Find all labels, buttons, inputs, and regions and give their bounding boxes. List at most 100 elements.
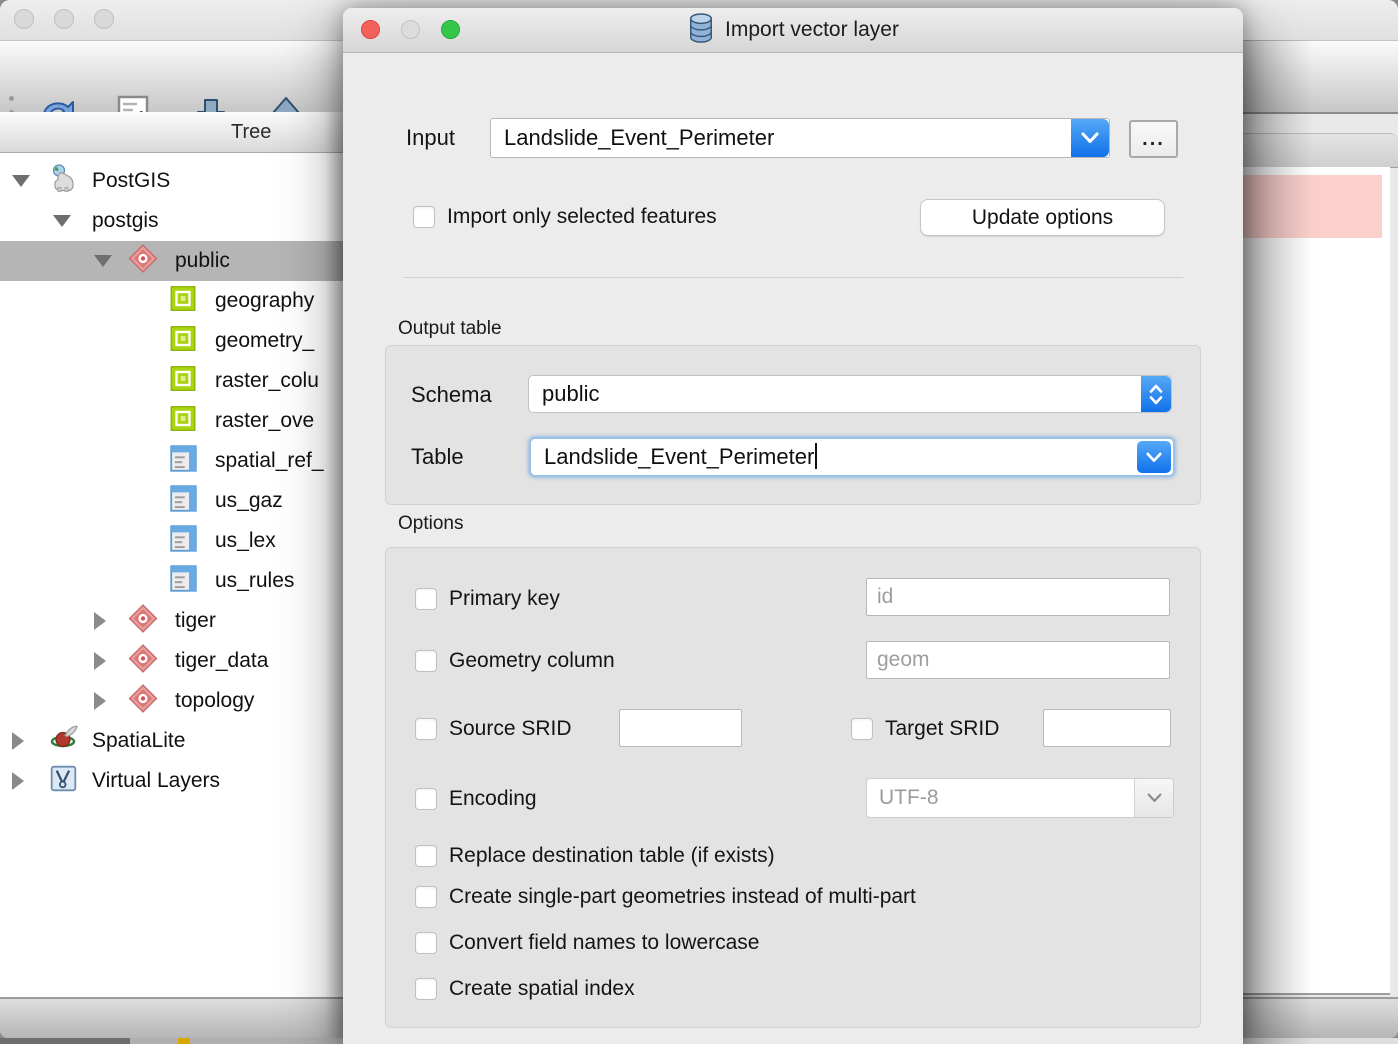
geometry-layer-icon (170, 366, 196, 397)
spatial-index-checkbox[interactable] (415, 978, 437, 1000)
schema-icon (128, 684, 158, 719)
close-button[interactable] (361, 20, 380, 39)
single-part-checkbox[interactable] (415, 886, 437, 908)
geometry-layer-icon (170, 406, 196, 437)
collapse-arrow-icon[interactable] (94, 612, 106, 630)
background-app-strip (1243, 1038, 1398, 1044)
geometry-column-checkbox[interactable] (415, 650, 437, 672)
warning-banner (1243, 175, 1382, 238)
primary-key-checkbox[interactable] (415, 588, 437, 610)
minimize-button-inactive[interactable] (54, 9, 74, 29)
schema-icon (128, 644, 158, 679)
info-panel (1243, 167, 1390, 995)
expand-arrow-icon[interactable] (12, 175, 30, 187)
geometry-column-input[interactable]: geom (866, 641, 1170, 679)
dialog-title: Import vector layer (725, 18, 899, 42)
table-name-value: Landslide_Event_Perimeter (544, 444, 814, 469)
status-notch (178, 1038, 190, 1044)
tree-item-label: SpatiaLite (92, 729, 185, 753)
spatial-index-label: Create spatial index (449, 978, 635, 1000)
encoding-checkbox[interactable] (415, 788, 437, 810)
single-part-label: Create single-part geometries instead of… (449, 886, 916, 908)
schema-select[interactable]: public (528, 375, 1172, 413)
schema-icon (128, 244, 158, 279)
options-group-label: Options (398, 514, 463, 534)
dialog-titlebar[interactable]: Import vector layer (343, 8, 1243, 53)
output-table-group (385, 345, 1201, 505)
background-app-strip (0, 1038, 343, 1044)
replace-table-checkbox[interactable] (415, 845, 437, 867)
spatialite-icon (50, 724, 80, 759)
zoom-button[interactable] (441, 20, 460, 39)
primary-key-input[interactable]: id (866, 578, 1170, 616)
chevron-down-icon (1146, 452, 1162, 463)
tree-item-label: tiger (175, 609, 216, 633)
browse-button[interactable]: ... (1129, 120, 1178, 158)
chevron-down-icon (1147, 793, 1162, 803)
chevron-down-icon (1149, 396, 1163, 405)
encoding-dropdown-button[interactable] (1134, 779, 1173, 817)
table-name-combobox[interactable]: Landslide_Event_Perimeter (529, 437, 1175, 477)
zoom-button-inactive[interactable] (94, 9, 114, 29)
table-label: Table (411, 446, 464, 468)
source-srid-label: Source SRID (449, 718, 572, 740)
encoding-label: Encoding (449, 788, 537, 810)
database-icon (687, 12, 715, 49)
collapse-arrow-icon[interactable] (12, 772, 24, 790)
tree-item-label: us_lex (215, 529, 276, 553)
update-options-button[interactable]: Update options (920, 199, 1165, 236)
import-only-selected-checkbox[interactable] (413, 206, 435, 228)
virtual-layers-icon (50, 765, 77, 797)
target-srid-label: Target SRID (885, 718, 999, 740)
replace-table-label: Replace destination table (if exists) (449, 845, 775, 867)
target-srid-checkbox[interactable] (851, 718, 873, 740)
source-srid-input[interactable] (619, 709, 742, 747)
table-icon (170, 485, 197, 517)
collapse-arrow-icon[interactable] (12, 732, 24, 750)
lowercase-checkbox[interactable] (415, 932, 437, 954)
schema-stepper-button[interactable] (1141, 376, 1171, 412)
tree-item-label: geography (215, 289, 314, 313)
table-icon (170, 565, 197, 597)
close-button-inactive[interactable] (14, 9, 34, 29)
tree-item-label: topology (175, 689, 254, 713)
tree-item-label: Virtual Layers (92, 769, 220, 793)
import-vector-layer-dialog: Import vector layer Input Landslide_Even… (343, 8, 1243, 1044)
schema-label: Schema (411, 384, 492, 406)
source-srid-checkbox[interactable] (415, 718, 437, 740)
encoding-select[interactable]: UTF-8 (866, 778, 1174, 818)
tree-item-label: geometry_ (215, 329, 314, 353)
tree-item-label: postgis (92, 209, 159, 233)
expand-arrow-icon[interactable] (53, 215, 71, 227)
input-label: Input (406, 127, 455, 149)
collapse-arrow-icon[interactable] (94, 652, 106, 670)
tree-item-label: us_rules (215, 569, 294, 593)
tree-column-header-label: Tree (231, 121, 271, 144)
tree-item-label: tiger_data (175, 649, 268, 673)
encoding-value: UTF-8 (867, 779, 1173, 817)
geometry-layer-icon (170, 286, 196, 317)
table-dropdown-button[interactable] (1137, 441, 1171, 473)
target-srid-input[interactable] (1043, 709, 1171, 747)
expand-arrow-icon[interactable] (94, 255, 112, 267)
import-only-selected-label: Import only selected features (447, 206, 717, 228)
tree-item-label: raster_ove (215, 409, 314, 433)
lowercase-label: Convert field names to lowercase (449, 932, 759, 954)
minimize-button[interactable] (401, 20, 420, 39)
right-panel-tabstrip (1243, 133, 1398, 168)
input-dropdown-button[interactable] (1071, 119, 1109, 157)
separator (403, 277, 1183, 278)
collapse-arrow-icon[interactable] (94, 692, 106, 710)
table-icon (170, 445, 197, 477)
input-combobox[interactable]: Landslide_Event_Perimeter (490, 118, 1110, 158)
geometry-column-label: Geometry column (449, 650, 615, 672)
tree-item-label: raster_colu (215, 369, 319, 393)
primary-key-placeholder: id (867, 579, 1169, 615)
chevron-down-icon (1081, 132, 1099, 144)
input-value: Landslide_Event_Perimeter (491, 119, 1109, 157)
geometry-column-placeholder: geom (867, 642, 1169, 678)
table-icon (170, 525, 197, 557)
chevron-up-icon (1149, 384, 1163, 393)
tree-item-label: us_gaz (215, 489, 283, 513)
postgis-icon (50, 164, 78, 199)
